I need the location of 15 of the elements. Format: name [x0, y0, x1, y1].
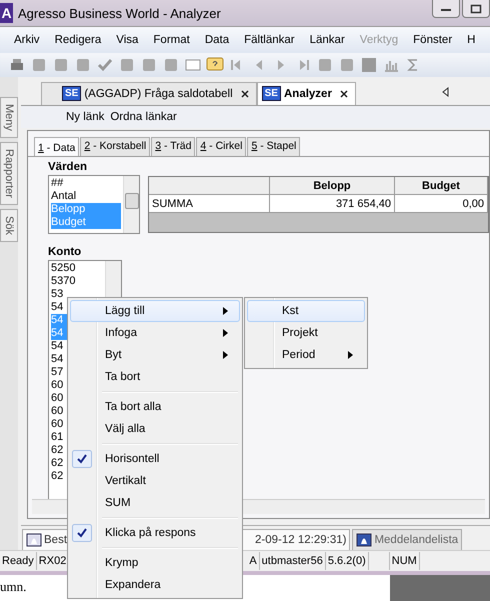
status-cell: Ready — [0, 552, 37, 570]
background-text: umn. — [0, 578, 26, 596]
app-logo: A — [0, 3, 13, 23]
status-cell: A — [247, 552, 260, 570]
column-header: Budget — [395, 177, 488, 195]
table-cell: SUMMA — [149, 195, 270, 213]
table-cell: 371 654,40 — [270, 195, 395, 213]
status-cell: utbmaster56 — [260, 552, 326, 570]
column-header: Belopp — [270, 177, 395, 195]
table-cell: 0,00 — [395, 195, 488, 213]
window-title: Agresso Business World - Analyzer — [18, 6, 221, 20]
status-cell: 5.6.2(0) — [326, 552, 369, 570]
section-label: Konto — [48, 246, 82, 258]
section-label: Värden — [48, 161, 88, 173]
status-cell: NUM — [388, 552, 420, 570]
